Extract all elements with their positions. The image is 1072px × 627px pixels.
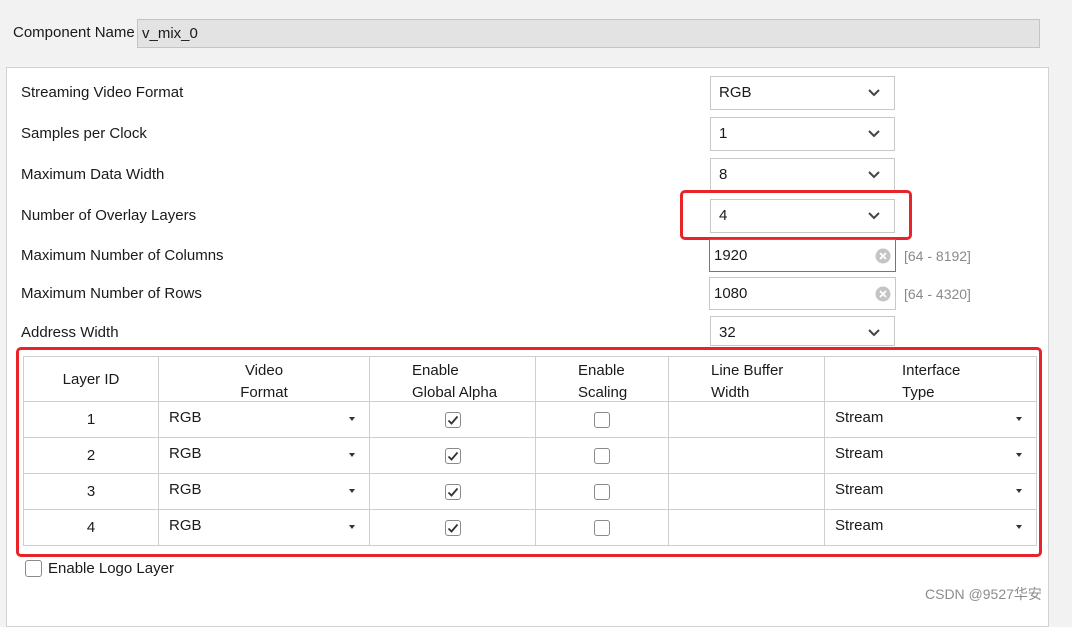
layer-table-highlight bbox=[16, 347, 1042, 557]
maximum-rows-label: Maximum Number of Rows bbox=[21, 285, 202, 302]
address-width-label: Address Width bbox=[21, 324, 119, 341]
samples-per-clock-value: 1 bbox=[719, 125, 728, 142]
component-name-label: Component Name bbox=[13, 24, 135, 41]
maximum-rows-range: [64 - 4320] bbox=[904, 286, 971, 302]
enable-logo-layer-checkbox[interactable] bbox=[25, 560, 42, 577]
maximum-columns-input[interactable]: 1920 bbox=[709, 239, 896, 272]
chevron-down-icon bbox=[868, 171, 880, 179]
watermark-text: CSDN @9527华安 bbox=[925, 586, 1042, 602]
overlay-layers-highlight bbox=[680, 190, 912, 240]
enable-logo-layer-label: Enable Logo Layer bbox=[48, 560, 174, 577]
maximum-rows-value: 1080 bbox=[714, 285, 748, 302]
maximum-data-width-label: Maximum Data Width bbox=[21, 166, 165, 183]
address-width-value: 32 bbox=[719, 324, 736, 341]
maximum-columns-range: [64 - 8192] bbox=[904, 248, 971, 264]
clear-icon[interactable] bbox=[875, 248, 891, 264]
maximum-data-width-select[interactable]: 8 bbox=[710, 158, 895, 192]
streaming-video-format-select[interactable]: RGB bbox=[710, 76, 895, 110]
number-of-overlay-layers-label: Number of Overlay Layers bbox=[21, 207, 197, 224]
maximum-columns-label: Maximum Number of Columns bbox=[21, 247, 224, 264]
streaming-video-format-value: RGB bbox=[719, 84, 752, 101]
chevron-down-icon bbox=[868, 89, 880, 97]
component-name-field[interactable]: v_mix_0 bbox=[137, 19, 1040, 48]
maximum-columns-value: 1920 bbox=[714, 247, 748, 264]
chevron-down-icon bbox=[868, 329, 880, 337]
samples-per-clock-label: Samples per Clock bbox=[21, 125, 147, 142]
address-width-select[interactable]: 32 bbox=[710, 316, 895, 346]
samples-per-clock-select[interactable]: 1 bbox=[710, 117, 895, 151]
maximum-data-width-value: 8 bbox=[719, 166, 728, 183]
maximum-rows-input[interactable]: 1080 bbox=[709, 277, 896, 310]
clear-icon[interactable] bbox=[875, 286, 891, 302]
chevron-down-icon bbox=[868, 130, 880, 138]
streaming-video-format-label: Streaming Video Format bbox=[21, 84, 184, 101]
